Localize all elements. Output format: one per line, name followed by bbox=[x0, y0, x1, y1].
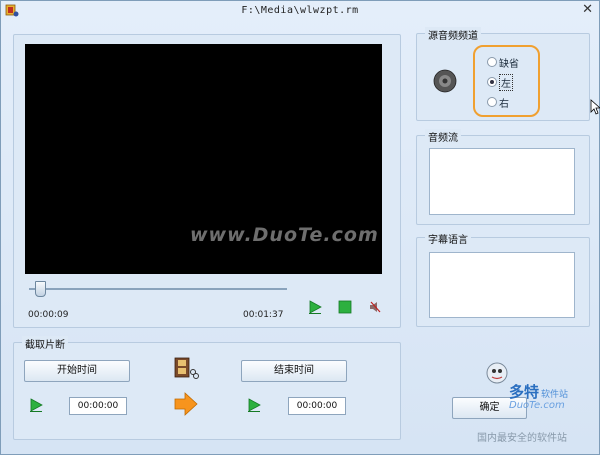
current-time: 00:00:09 bbox=[28, 310, 69, 320]
seek-track[interactable] bbox=[29, 288, 287, 290]
radio-dot bbox=[487, 97, 497, 107]
subtitle-panel: 字幕语言 bbox=[416, 231, 590, 327]
mute-icon[interactable] bbox=[368, 300, 382, 314]
radio-dot bbox=[487, 57, 497, 67]
brand-name: 多特 bbox=[509, 383, 540, 401]
total-time: 00:01:37 bbox=[243, 310, 284, 320]
play-end-icon[interactable] bbox=[247, 398, 261, 412]
app-window: F:\Media\wlwzpt.rm ✕ www.DuoTe.com 00:00… bbox=[0, 0, 600, 455]
watermark: www.DuoTe.com bbox=[190, 224, 379, 246]
radio-left[interactable]: 左 bbox=[487, 74, 549, 91]
play-start-icon[interactable] bbox=[29, 398, 43, 412]
subtitle-list[interactable] bbox=[429, 252, 575, 318]
clip-panel: 截取片断 开始时间 结束时间 00:00:00 00:00:00 bbox=[13, 336, 401, 440]
title-bar: F:\Media\wlwzpt.rm ✕ bbox=[1, 1, 599, 21]
play-icon[interactable] bbox=[308, 300, 322, 314]
channel-radio-group: 缺省 左 右 bbox=[473, 45, 540, 117]
stop-icon[interactable] bbox=[338, 300, 352, 314]
channel-legend: 源音频频道 bbox=[425, 27, 481, 42]
arrow-right-icon bbox=[174, 392, 198, 416]
radio-right[interactable]: 右 bbox=[487, 95, 549, 110]
close-icon[interactable]: ✕ bbox=[582, 2, 593, 17]
radio-label: 缺省 bbox=[499, 59, 519, 70]
speaker-icon bbox=[433, 69, 457, 93]
end-time-button[interactable]: 结束时间 bbox=[241, 360, 347, 382]
start-time-button[interactable]: 开始时间 bbox=[24, 360, 130, 382]
film-scissors-icon bbox=[174, 357, 199, 379]
mascot-icon bbox=[486, 362, 508, 384]
window-title: F:\Media\wlwzpt.rm bbox=[241, 5, 359, 16]
clip-legend: 截取片断 bbox=[22, 336, 68, 351]
audio-stream-list[interactable] bbox=[429, 148, 575, 215]
radio-label: 右 bbox=[499, 99, 509, 110]
radio-dot bbox=[487, 77, 497, 87]
mouse-cursor-icon bbox=[590, 99, 600, 115]
video-display: www.DuoTe.com bbox=[25, 44, 382, 274]
subtitle-legend: 字幕语言 bbox=[425, 231, 471, 246]
seek-thumb[interactable] bbox=[35, 281, 46, 297]
brand-logo: 多特 软件站 DuoTe.com bbox=[509, 381, 597, 411]
video-panel: www.DuoTe.com 00:00:09 00:01:37 bbox=[13, 34, 401, 328]
channel-panel: 源音频频道 缺省 左 右 bbox=[416, 27, 590, 121]
radio-label: 左 bbox=[499, 74, 513, 91]
brand-url: DuoTe.com bbox=[509, 400, 565, 411]
brand-slogan: 国内最安全的软件站 bbox=[477, 433, 567, 444]
start-time-field[interactable]: 00:00:00 bbox=[69, 397, 127, 415]
brand-suffix: 软件站 bbox=[541, 390, 569, 400]
audio-stream-legend: 音频流 bbox=[425, 129, 461, 144]
audio-stream-panel: 音频流 bbox=[416, 129, 590, 225]
end-time-field[interactable]: 00:00:00 bbox=[288, 397, 346, 415]
radio-default[interactable]: 缺省 bbox=[487, 55, 549, 70]
